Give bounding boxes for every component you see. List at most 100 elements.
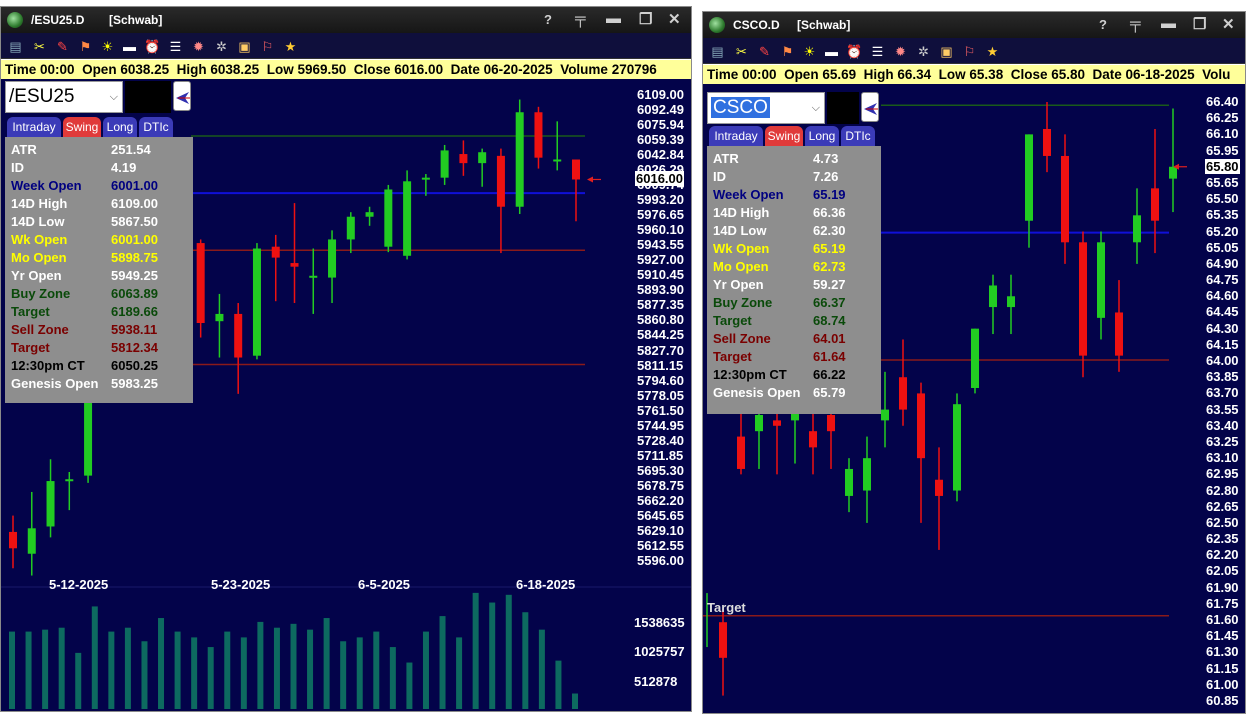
window-icon[interactable]: ▬ [121, 38, 138, 55]
candle-body [809, 431, 817, 448]
pin-icon[interactable]: ╤ [575, 10, 586, 27]
stat-value: 62.73 [813, 259, 846, 274]
gear-icon[interactable]: ✹ [190, 38, 207, 55]
restore-icon[interactable]: ❐ [639, 10, 652, 28]
toolbar: ▤ ✂ ✎ ⚑ ☀ ▬ ⏰ ☰ ✹ ✲ ▣ ⚐ ★ [1, 33, 691, 59]
alarm-icon[interactable]: ⏰ [846, 43, 863, 60]
stat-label: ATR [11, 142, 37, 157]
chevron-down-icon[interactable]: ⌵ [110, 82, 118, 112]
price-tick-label: 64.30 [1206, 320, 1239, 336]
price-tick-label: 64.45 [1206, 304, 1239, 320]
price-tick-label: 62.20 [1206, 547, 1239, 563]
candle-body [1097, 242, 1105, 318]
stat-label: Sell Zone [713, 331, 771, 346]
chart-settings-icon[interactable]: ▤ [7, 38, 24, 55]
chart-settings-icon[interactable]: ▤ [709, 43, 726, 60]
price-chart[interactable]: /ESU25 ⌵ Intraday Swing Long DTIc ATR 251.54… [1, 79, 691, 711]
stat-label: Target [713, 349, 752, 364]
price-tick-label: 5943.55 [637, 237, 684, 253]
candle-body [215, 313, 224, 322]
tab-intraday[interactable]: Intraday [709, 126, 763, 146]
back-arrow-button[interactable] [861, 92, 879, 122]
price-tick-label: 5960.10 [637, 222, 684, 238]
price-tick-label: 5596.00 [637, 553, 684, 568]
tools-icon[interactable]: ✂ [733, 43, 750, 60]
symbol-selector[interactable]: /ESU25 ⌵ [5, 81, 123, 113]
export-icon[interactable]: ▣ [938, 43, 955, 60]
volume-bar [207, 647, 214, 709]
sun-icon[interactable]: ☀ [99, 38, 116, 55]
back-arrow-button[interactable] [173, 81, 191, 111]
price-tick-label: 65.65 [1206, 174, 1239, 190]
left-arrow-icon [176, 92, 190, 104]
indicator-icon[interactable]: ⚑ [779, 43, 796, 60]
stat-value: 6001.00 [111, 178, 158, 193]
chevron-down-icon[interactable]: ⌵ [812, 93, 820, 123]
candle-body [534, 112, 543, 158]
candle-body [46, 481, 55, 527]
close-icon[interactable]: ✕ [1222, 15, 1235, 33]
alarm-icon[interactable]: ⏰ [144, 38, 161, 55]
tab-long[interactable]: Long [103, 117, 137, 137]
list-icon[interactable]: ☰ [869, 43, 886, 60]
stat-label: 14D Low [713, 223, 767, 238]
draw-icon[interactable]: ✎ [756, 43, 773, 60]
stat-value: 6050.25 [111, 358, 158, 373]
price-tick-label: 62.95 [1206, 466, 1239, 482]
price-tick-label: 65.50 [1206, 191, 1239, 207]
tab-swing[interactable]: Swing [765, 126, 803, 146]
symbol-color-box [125, 81, 171, 113]
tab-long[interactable]: Long [805, 126, 839, 146]
sun-icon[interactable]: ☀ [801, 43, 818, 60]
pin-icon[interactable]: ╤ [1130, 15, 1141, 32]
price-tick-label: 61.15 [1206, 660, 1239, 676]
price-chart[interactable]: CSCO ⌵ Intraday Swing Long DTIc ATR 4.73 ID 7.… [703, 84, 1245, 713]
gear-icon[interactable]: ✹ [892, 43, 909, 60]
settings-icon[interactable]: ✲ [915, 43, 932, 60]
price-tick-label: 62.65 [1206, 498, 1239, 514]
price-tick-label: 5927.00 [637, 252, 684, 268]
volume-bar [522, 612, 529, 709]
export-icon[interactable]: ▣ [236, 38, 253, 55]
minimize-icon[interactable]: ▬ [606, 10, 621, 27]
settings-icon[interactable]: ✲ [213, 38, 230, 55]
price-tick-label: 5844.25 [637, 327, 684, 343]
stat-label: Buy Zone [713, 295, 773, 310]
stat-label: Target [713, 313, 752, 328]
left-arrow-icon [864, 103, 878, 115]
tab-intraday[interactable]: Intraday [7, 117, 61, 137]
volume-bar [58, 627, 65, 709]
minimize-icon[interactable]: ▬ [1161, 15, 1176, 32]
tools-icon[interactable]: ✂ [31, 38, 48, 55]
indicator-icon[interactable]: ⚑ [77, 38, 94, 55]
price-tick-label: 65.35 [1206, 207, 1239, 223]
price-tick-label: 5794.60 [637, 372, 684, 388]
price-tick-label: 6042.84 [637, 147, 684, 163]
flag-icon[interactable]: ⚐ [259, 38, 276, 55]
restore-icon[interactable]: ❐ [1193, 15, 1206, 33]
price-tick-label: 64.75 [1206, 272, 1239, 288]
star-icon[interactable]: ★ [984, 43, 1001, 60]
price-tick-label: 5811.15 [637, 357, 684, 373]
star-icon[interactable]: ★ [282, 38, 299, 55]
candle-body [1079, 242, 1087, 356]
help-icon[interactable]: ? [1099, 17, 1107, 32]
volume-bar [505, 594, 512, 709]
info-high: High 6038.25 [176, 62, 260, 77]
window-icon[interactable]: ▬ [823, 43, 840, 60]
flag-icon[interactable]: ⚐ [961, 43, 978, 60]
list-icon[interactable]: ☰ [167, 38, 184, 55]
tab-swing[interactable]: Swing [63, 117, 101, 137]
tab-dtic[interactable]: DTIc [139, 117, 173, 137]
title-bar[interactable]: /ESU25.D [Schwab] ? ╤ ▬ ❐ ✕ [1, 7, 691, 33]
tab-dtic[interactable]: DTIc [841, 126, 875, 146]
title-bar[interactable]: CSCO.D [Schwab] ? ╤ ▬ ❐ ✕ [703, 12, 1245, 38]
help-icon[interactable]: ? [544, 12, 552, 27]
price-tick-label: 63.25 [1206, 433, 1239, 449]
candle-body [309, 275, 318, 278]
close-icon[interactable]: ✕ [668, 10, 681, 28]
symbol-selector[interactable]: CSCO ⌵ [707, 92, 825, 124]
price-tick-label: 66.10 [1206, 126, 1239, 142]
candle-body [1151, 188, 1159, 221]
draw-icon[interactable]: ✎ [54, 38, 71, 55]
